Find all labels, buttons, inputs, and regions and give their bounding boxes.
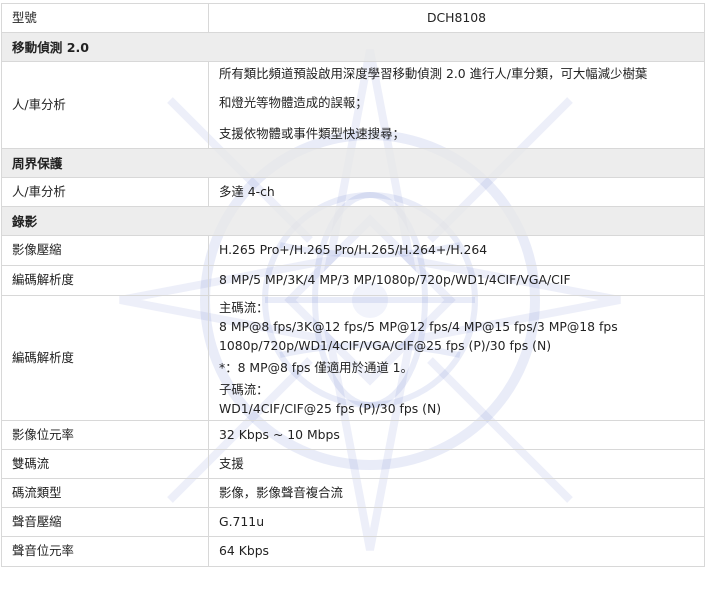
- video-bitrate-row: 影像位元率 32 Kbps ~ 10 Mbps: [1, 420, 705, 450]
- value-line: WD1/4CIF/CIF@25 fps (P)/30 fps (N): [219, 401, 442, 416]
- row-label: 編碼解析度: [1, 295, 209, 421]
- row-value: H.265 Pro+/H.265 Pro/H.265/H.264+/H.264: [208, 235, 705, 266]
- value-line: 8 MP@8 fps/3K@12 fps/5 MP@12 fps/4 MP@15…: [219, 319, 618, 334]
- value-line: 所有類比頻道預設啟用深度學習移動偵測 2.0 進行人/車分類，可大幅減少樹葉: [219, 66, 648, 81]
- dual-stream-row: 雙碼流 支援: [1, 449, 705, 479]
- value-line: 支援依物體或事件類型快速搜尋；: [219, 126, 405, 141]
- row-value: 支援: [208, 449, 705, 479]
- row-value: 8 MP/5 MP/3K/4 MP/3 MP/1080p/720p/WD1/4C…: [208, 265, 705, 296]
- row-value: 64 Kbps: [208, 536, 705, 567]
- row-value: 主碼流： 8 MP@8 fps/3K@12 fps/5 MP@12 fps/4 …: [208, 295, 705, 421]
- audio-bitrate-row: 聲音位元率 64 Kbps: [1, 536, 705, 567]
- section-title: 錄影: [1, 206, 705, 236]
- footnote: *：8 MP@8 fps 僅適用於通道 1。: [219, 360, 413, 375]
- section-recording: 錄影: [1, 206, 705, 236]
- row-label: 聲音壓縮: [1, 507, 209, 537]
- row-value: 多達 4-ch: [208, 177, 705, 207]
- row-label: 影像位元率: [1, 420, 209, 450]
- video-compression-row: 影像壓縮 H.265 Pro+/H.265 Pro/H.265/H.264+/H…: [1, 235, 705, 266]
- row-label: 聲音位元率: [1, 536, 209, 567]
- value-line: 1080p/720p/WD1/4CIF/VGA/CIF@25 fps (P)/3…: [219, 338, 552, 353]
- section-title: 移動偵測 2.0: [1, 32, 705, 62]
- row-label: 雙碼流: [1, 449, 209, 479]
- row-label: 影像壓縮: [1, 235, 209, 266]
- encoding-framerate-row: 編碼解析度 主碼流： 8 MP@8 fps/3K@12 fps/5 MP@12 …: [1, 295, 705, 421]
- row-value: G.711u: [208, 507, 705, 537]
- spec-table: 型號 DCH8108 移動偵測 2.0 人/車分析 所有類比頻道預設啟用深度學習…: [1, 3, 705, 567]
- section-title: 周界保護: [1, 148, 705, 178]
- section-motion-detection: 移動偵測 2.0: [1, 32, 705, 62]
- section-perimeter-protection: 周界保護: [1, 148, 705, 178]
- main-stream-title: 主碼流：: [219, 300, 269, 315]
- model-value: DCH8108: [208, 3, 705, 33]
- model-row: 型號 DCH8108: [1, 3, 705, 33]
- row-label: 碼流類型: [1, 478, 209, 508]
- row-label: 人/車分析: [1, 177, 209, 207]
- row-label: 編碼解析度: [1, 265, 209, 296]
- perimeter-human-vehicle-row: 人/車分析 多達 4-ch: [1, 177, 705, 207]
- row-value: 所有類比頻道預設啟用深度學習移動偵測 2.0 進行人/車分類，可大幅減少樹葉 和…: [208, 61, 705, 149]
- motion-human-vehicle-row: 人/車分析 所有類比頻道預設啟用深度學習移動偵測 2.0 進行人/車分類，可大幅…: [1, 61, 705, 149]
- sub-stream-title: 子碼流：: [219, 382, 269, 397]
- row-value: 影像，影像聲音複合流: [208, 478, 705, 508]
- audio-compression-row: 聲音壓縮 G.711u: [1, 507, 705, 537]
- value-line: 和燈光等物體造成的誤報；: [219, 95, 368, 110]
- row-label: 人/車分析: [1, 61, 209, 149]
- model-label: 型號: [1, 3, 209, 33]
- encoding-resolution-row: 編碼解析度 8 MP/5 MP/3K/4 MP/3 MP/1080p/720p/…: [1, 265, 705, 296]
- stream-type-row: 碼流類型 影像，影像聲音複合流: [1, 478, 705, 508]
- row-value: 32 Kbps ~ 10 Mbps: [208, 420, 705, 450]
